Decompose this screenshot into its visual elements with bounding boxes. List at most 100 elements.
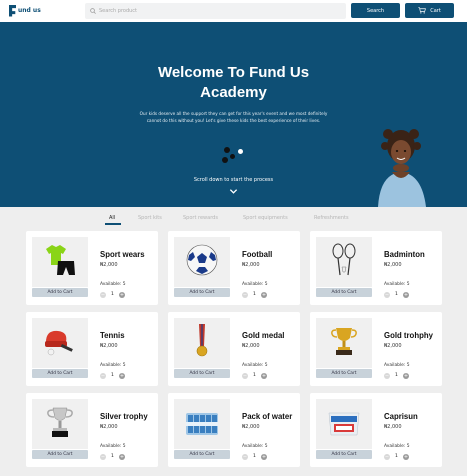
quantity-value: 1 xyxy=(111,454,114,459)
product-image xyxy=(32,399,88,449)
increase-quantity-button[interactable]: + xyxy=(402,291,409,298)
tab-refreshments[interactable]: Refreshments xyxy=(314,215,349,221)
product-card: Add to Cart Gold medal ₦2,000 Available:… xyxy=(168,312,300,386)
increase-quantity-button[interactable]: + xyxy=(260,453,267,460)
add-to-cart-button[interactable]: Add to Cart xyxy=(32,288,88,297)
decrease-quantity-button[interactable]: − xyxy=(384,372,390,379)
product-price: ₦2,000 xyxy=(100,262,118,268)
add-to-cart-button[interactable]: Add to Cart xyxy=(174,288,230,297)
product-name: Gold medal xyxy=(242,331,285,340)
add-to-cart-button[interactable]: Add to Cart xyxy=(32,369,88,378)
quantity-stepper: − 1 + xyxy=(384,291,409,298)
product-name: Tennis xyxy=(100,331,125,340)
logo[interactable]: und us xyxy=(9,4,41,17)
add-to-cart-button[interactable]: Add to Cart xyxy=(174,450,230,459)
product-image xyxy=(316,237,372,287)
product-image xyxy=(32,318,88,368)
add-to-cart-button[interactable]: Add to Cart xyxy=(316,369,372,378)
product-card: Add to Cart Football ₦2,000 Available: 5… xyxy=(168,231,300,305)
badminton-icon xyxy=(332,243,356,276)
search-button[interactable]: Search xyxy=(351,3,400,18)
product-name: Gold trohphy xyxy=(384,331,433,340)
product-name: Badminton xyxy=(384,250,425,259)
product-price: ₦2,000 xyxy=(242,424,260,430)
caprisun-icon xyxy=(328,412,360,436)
increase-quantity-button[interactable]: + xyxy=(118,372,125,379)
increase-quantity-button[interactable]: + xyxy=(260,291,267,298)
product-price: ₦2,000 xyxy=(242,343,260,349)
quantity-value: 1 xyxy=(111,292,114,297)
product-availability: Available: 5 xyxy=(384,363,410,368)
product-name: Caprisun xyxy=(384,412,418,421)
top-navbar: und us Search Cart xyxy=(0,0,467,22)
product-image xyxy=(316,318,372,368)
gold-trophy-icon xyxy=(331,328,357,355)
product-availability: Available: 5 xyxy=(100,444,126,449)
decrease-quantity-button[interactable]: − xyxy=(100,453,106,460)
product-name: Silver trophy xyxy=(100,412,148,421)
product-image xyxy=(174,318,230,368)
product-availability: Available: 5 xyxy=(100,363,126,368)
decrease-quantity-button[interactable]: − xyxy=(100,291,106,298)
quantity-stepper: − 1 + xyxy=(384,372,409,379)
product-name: Sport wears xyxy=(100,250,145,259)
add-to-cart-button[interactable]: Add to Cart xyxy=(316,450,372,459)
cart-button[interactable]: Cart xyxy=(405,3,454,18)
decrease-quantity-button[interactable]: − xyxy=(384,453,390,460)
table-tennis-icon xyxy=(45,330,73,356)
product-card: Add to Cart Caprisun ₦2,000 Available: 5… xyxy=(310,393,442,467)
product-card: Add to Cart Gold trohphy ₦2,000 Availabl… xyxy=(310,312,442,386)
quantity-value: 1 xyxy=(395,454,398,459)
decrease-quantity-button[interactable]: − xyxy=(242,453,248,460)
product-price: ₦2,000 xyxy=(100,424,118,430)
quantity-value: 1 xyxy=(253,292,256,297)
hero-subtitle-line-2: cannot do this without you! Let's give t… xyxy=(146,118,321,123)
product-availability: Available: 5 xyxy=(242,282,268,287)
hero-subtitle: Our kids deserve all the support they ca… xyxy=(113,110,354,124)
category-tabs: All Sport kits Sport rewards Sport equip… xyxy=(0,212,467,226)
hero-subtitle-line-1: Our kids deserve all the support they ca… xyxy=(139,111,328,116)
add-to-cart-button[interactable]: Add to Cart xyxy=(32,450,88,459)
decrease-quantity-button[interactable]: − xyxy=(242,291,248,298)
increase-quantity-button[interactable]: + xyxy=(260,372,267,379)
tab-sport-rewards[interactable]: Sport rewards xyxy=(183,215,218,221)
add-to-cart-button[interactable]: Add to Cart xyxy=(316,288,372,297)
search-box[interactable] xyxy=(85,3,346,19)
sport-wear-icon xyxy=(46,245,75,275)
add-to-cart-button[interactable]: Add to Cart xyxy=(174,369,230,378)
hero-title-line-1: Welcome To Fund Us xyxy=(157,64,310,81)
quantity-stepper: − 1 + xyxy=(100,372,125,379)
decrease-quantity-button[interactable]: − xyxy=(242,372,248,379)
increase-quantity-button[interactable]: + xyxy=(402,372,409,379)
product-card: Add to Cart Silver trophy ₦2,000 Availab… xyxy=(26,393,158,467)
tab-sport-equipments[interactable]: Sport equipments xyxy=(243,215,288,221)
chevron-down-icon[interactable] xyxy=(229,187,238,196)
tab-all[interactable]: All xyxy=(109,215,115,221)
product-price: ₦2,000 xyxy=(384,262,402,268)
product-price: ₦2,000 xyxy=(242,262,260,268)
decrease-quantity-button[interactable]: − xyxy=(384,291,390,298)
quantity-value: 1 xyxy=(253,454,256,459)
increase-quantity-button[interactable]: + xyxy=(402,453,409,460)
tab-sport-kits[interactable]: Sport kits xyxy=(138,215,162,221)
water-pack-icon xyxy=(186,413,218,435)
product-image xyxy=(316,399,372,449)
increase-quantity-button[interactable]: + xyxy=(118,291,125,298)
football-icon xyxy=(186,244,218,276)
product-image xyxy=(174,237,230,287)
quantity-stepper: − 1 + xyxy=(242,372,267,379)
quantity-stepper: − 1 + xyxy=(242,291,267,298)
decrease-quantity-button[interactable]: − xyxy=(100,372,106,379)
product-availability: Available: 5 xyxy=(242,444,268,449)
loading-spinner-icon xyxy=(218,140,248,170)
search-icon xyxy=(90,8,96,14)
logo-mark-icon xyxy=(9,4,16,17)
search-input[interactable] xyxy=(99,8,329,14)
logo-text: und us xyxy=(18,7,41,14)
quantity-stepper: − 1 + xyxy=(100,453,125,460)
silver-trophy-icon xyxy=(47,407,73,437)
product-image xyxy=(174,399,230,449)
quantity-value: 1 xyxy=(395,373,398,378)
increase-quantity-button[interactable]: + xyxy=(118,453,125,460)
hero-title-line-2: Academy xyxy=(200,84,267,101)
